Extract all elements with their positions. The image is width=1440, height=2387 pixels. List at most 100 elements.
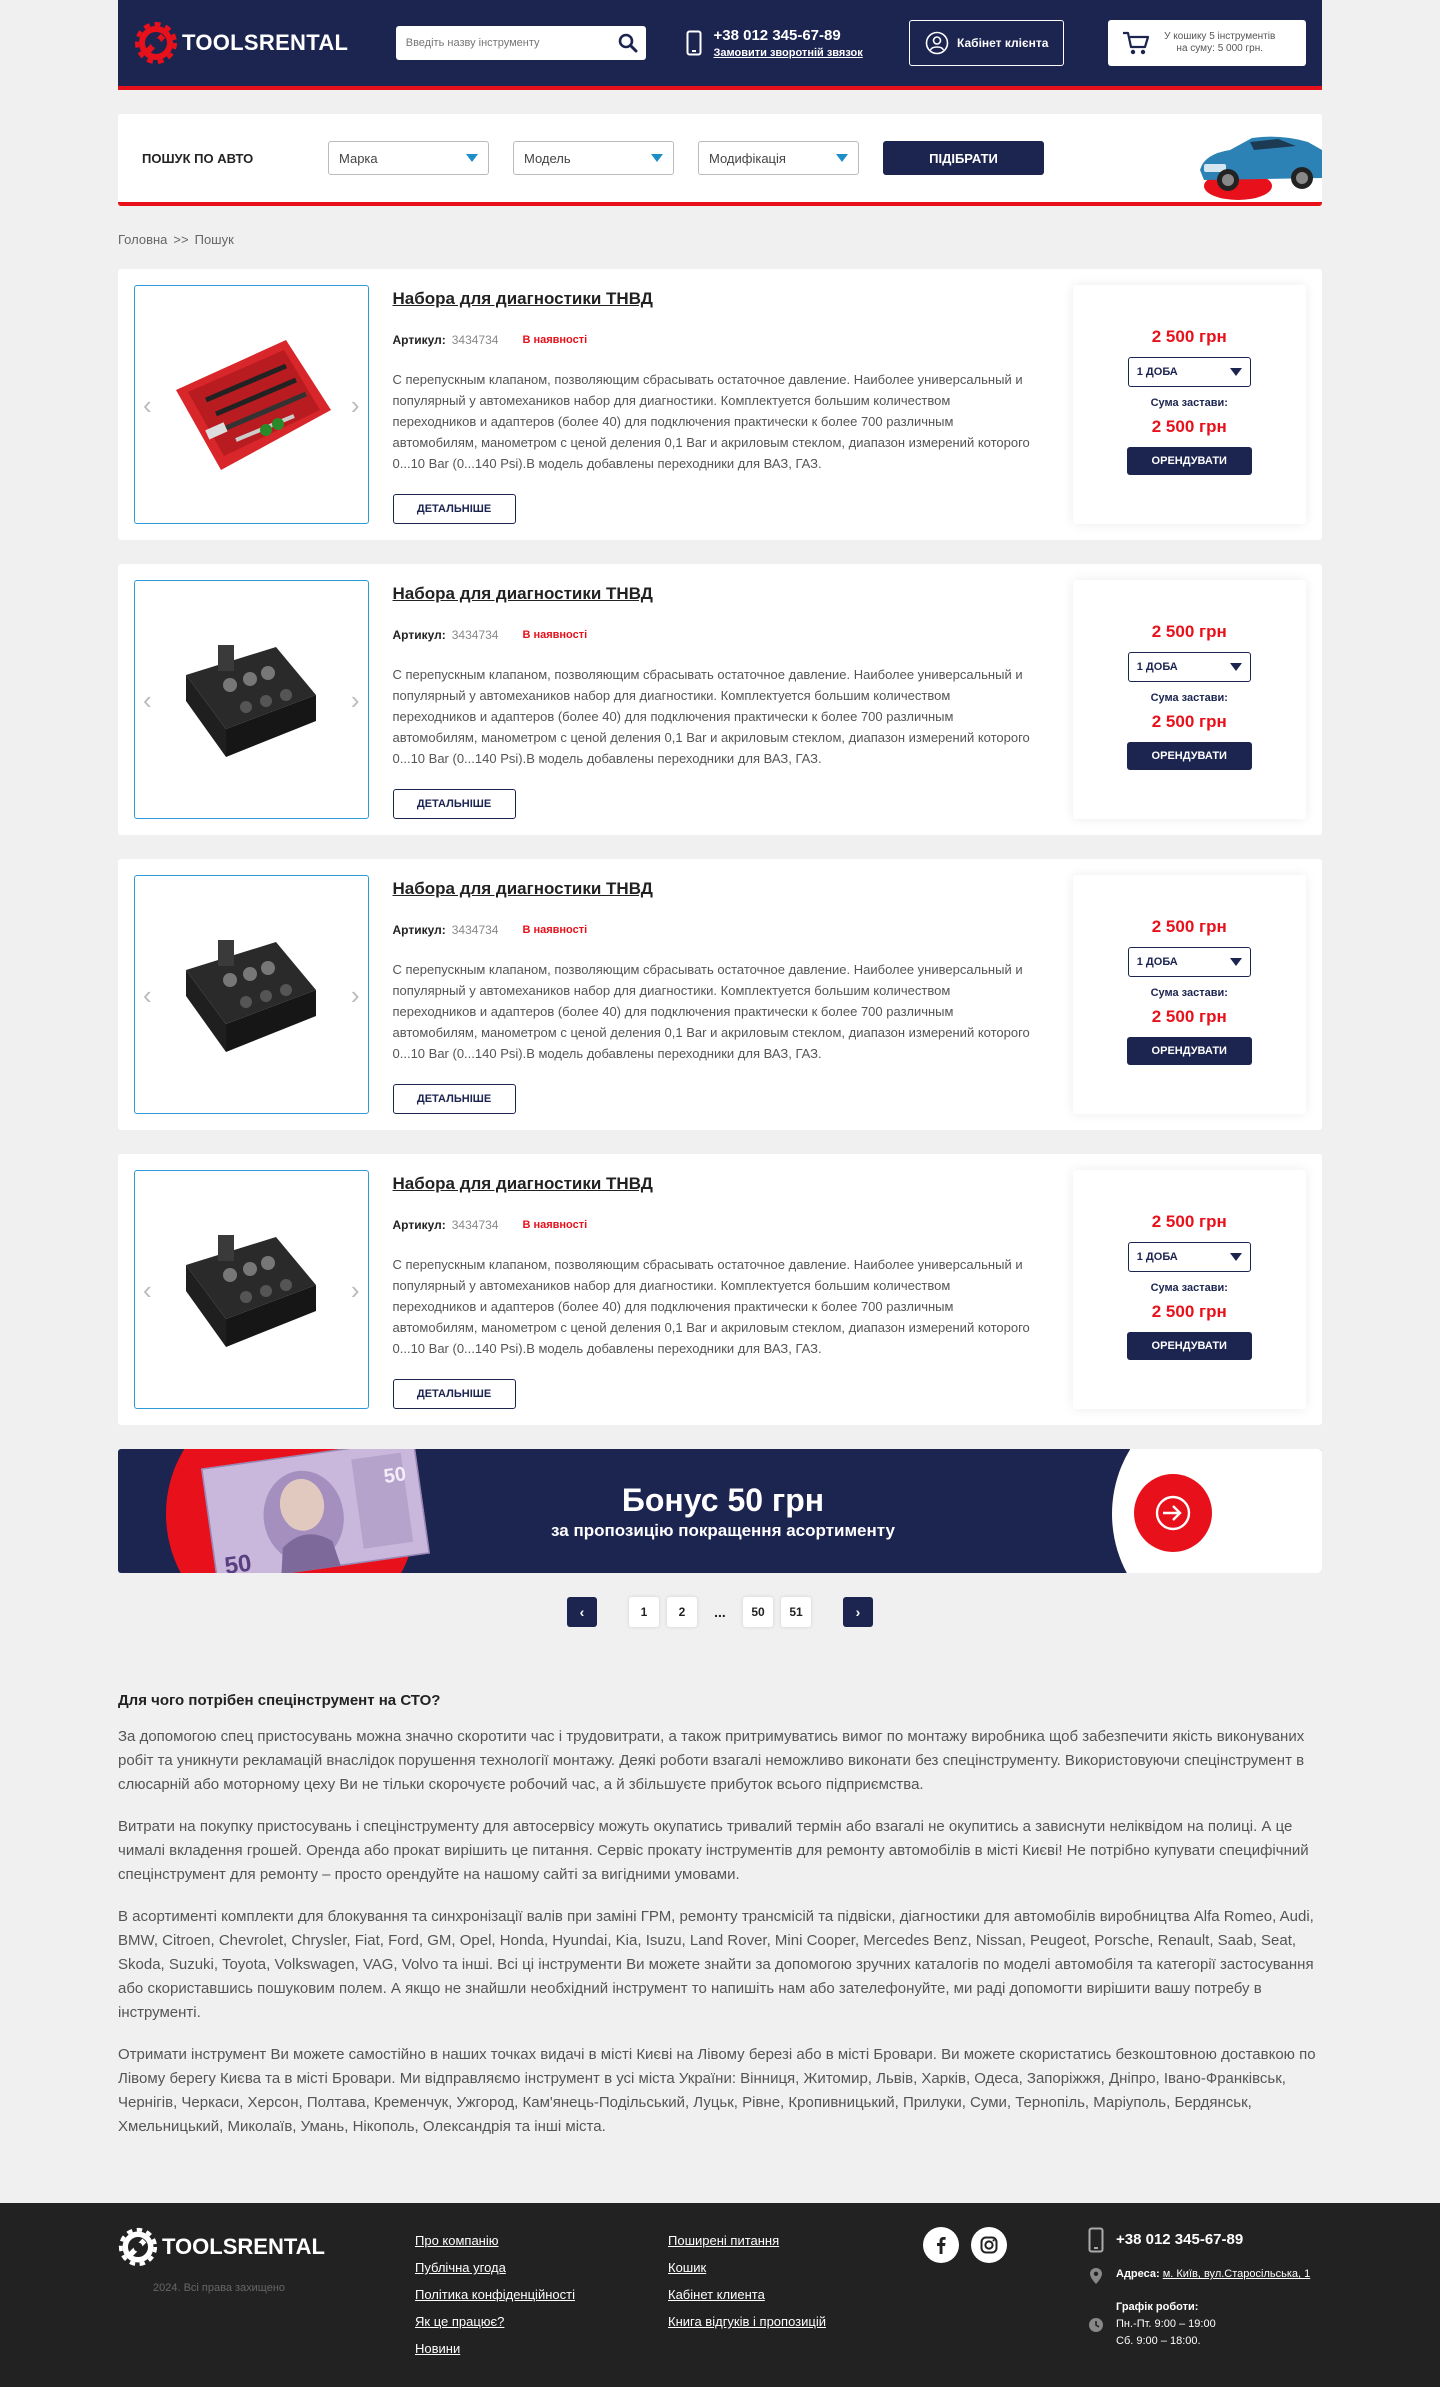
details-button[interactable]: ДЕТАЛЬНІШЕ: [392, 789, 516, 819]
chevron-left-icon[interactable]: ‹: [143, 687, 152, 713]
details-button[interactable]: ДЕТАЛЬНІШЕ: [392, 494, 516, 524]
instagram-icon[interactable]: [971, 2227, 1007, 2263]
product-title[interactable]: Набора для диагностики ТНВД: [393, 289, 1033, 309]
product-title[interactable]: Набора для диагностики ТНВД: [393, 1174, 1033, 1194]
deposit-label: Сума застави:: [1150, 1282, 1228, 1294]
footer-link-news[interactable]: Новини: [415, 2340, 575, 2357]
footer-link-faq[interactable]: Поширені питання: [668, 2232, 826, 2249]
callback-link[interactable]: Замовити зворотній звязок: [714, 47, 863, 59]
page-2-button[interactable]: 2: [667, 1597, 697, 1627]
chevron-right-icon[interactable]: ›: [351, 392, 360, 418]
car-search-panel: ПОШУК ПО АВТО Марка Модель Модифікація П…: [118, 114, 1322, 206]
chevron-right-icon[interactable]: ›: [351, 982, 360, 1008]
rent-button[interactable]: ОРЕНДУВАТИ: [1126, 1332, 1252, 1360]
product-description: С перепускным клапаном, позволяющим сбра…: [392, 1257, 1030, 1356]
rent-button[interactable]: ОРЕНДУВАТИ: [1126, 742, 1252, 770]
page-51-button[interactable]: 51: [781, 1597, 811, 1627]
details-button[interactable]: ДЕТАЛЬНІШЕ: [392, 1379, 516, 1409]
seo-paragraph: За допомогою спец пристосувань можна зна…: [118, 1728, 1305, 1793]
make-select[interactable]: Марка: [328, 141, 489, 175]
footer-phone[interactable]: +38 012 345-67-89: [1116, 2231, 1243, 2248]
sku-label: Артикул:: [392, 923, 446, 937]
footer-link-agreement[interactable]: Публічна угода: [415, 2259, 575, 2276]
footer-brand: TOOLSRENTAL: [162, 2234, 325, 2259]
footer-link-privacy[interactable]: Політика конфіденційності: [415, 2286, 575, 2303]
sku-label: Артикул:: [392, 1218, 446, 1232]
footer-logo[interactable]: TOOLSRENTAL: [118, 2227, 325, 2267]
page-1-button[interactable]: 1: [629, 1597, 659, 1627]
pick-button[interactable]: ПІДІБРАТИ: [883, 141, 1044, 175]
rent-period-select[interactable]: 1 ДОБА: [1127, 357, 1251, 387]
banner-go-button[interactable]: [1134, 1474, 1212, 1552]
schedule-weekdays: Пн.-Пт. 9:00 – 19:00: [1116, 2318, 1216, 2330]
model-select[interactable]: Модель: [513, 141, 674, 175]
client-cabinet-button[interactable]: Кабінет клієнта: [909, 20, 1065, 66]
stock-status: В наявності: [522, 334, 588, 346]
rent-period-value: 1 ДОБА: [1136, 661, 1178, 673]
deposit-amount: 2 500 грн: [1151, 1007, 1227, 1026]
user-icon: [925, 31, 949, 55]
cart-icon: [1123, 31, 1150, 55]
footer-link-cart[interactable]: Кошик: [668, 2259, 826, 2276]
deposit-amount: 2 500 грн: [1151, 1302, 1227, 1321]
search-icon[interactable]: [618, 33, 638, 53]
chevron-right-icon[interactable]: ›: [351, 687, 360, 713]
footer-link-how-it-works[interactable]: Як це працює?: [415, 2313, 575, 2330]
address-link[interactable]: м. Київ, вул.Старосільська, 1: [1163, 2268, 1311, 2280]
rent-button[interactable]: ОРЕНДУВАТИ: [1126, 447, 1252, 475]
phone-number[interactable]: +38 012 345-67-89: [714, 27, 863, 44]
chevron-left-icon[interactable]: ‹: [143, 982, 152, 1008]
rent-period-select[interactable]: 1 ДОБА: [1127, 947, 1251, 977]
footer-links-help: Поширені питання Кошик Кабінет клиента К…: [668, 2232, 826, 2330]
breadcrumb-home[interactable]: Головна: [118, 232, 167, 247]
modification-select[interactable]: Модифікація: [698, 141, 859, 175]
product-image-black-case: [186, 939, 317, 1052]
bonus-banner[interactable]: 50 50 Бонус 50 грн за пропозицію покраще…: [118, 1449, 1322, 1573]
breadcrumb: Головна >> Пошук: [118, 232, 1322, 247]
stock-status: В наявності: [522, 629, 588, 641]
seo-paragraph: Отримати інструмент Ви можете самостійно…: [118, 2046, 1316, 2135]
deposit-label: Сума застави:: [1150, 987, 1228, 999]
logo[interactable]: TOOLSRENTAL: [134, 21, 396, 65]
cart-count: У кошику 5 інструментів: [1164, 31, 1276, 42]
page-ellipsis: ...: [714, 1604, 726, 1620]
sku-value: 3434734: [451, 1218, 499, 1232]
phone-icon: [1088, 2227, 1104, 2253]
product-title[interactable]: Набора для диагностики ТНВД: [393, 584, 1033, 604]
banknote-corner-value: 50: [382, 1463, 407, 1488]
deposit-amount: 2 500 грн: [1151, 417, 1227, 436]
address-label: Адреса:: [1116, 2268, 1160, 2280]
prev-page-button[interactable]: ‹: [567, 1597, 597, 1627]
details-button[interactable]: ДЕТАЛЬНІШЕ: [392, 1084, 516, 1114]
product-card: ‹ › Набора для диагностики ТНВД Артикул:…: [118, 859, 1322, 1130]
footer-link-cabinet[interactable]: Кабінет клиента: [668, 2286, 826, 2303]
dropdown-icon: [466, 154, 478, 162]
facebook-icon[interactable]: [923, 2227, 959, 2263]
seo-paragraph: Витрати на покупку пристосувань і спецін…: [118, 1818, 1309, 1883]
rent-panel: 2 500 грн 1 ДОБА Сума застави: 2 500 грн…: [1072, 875, 1306, 1114]
footer-link-reviews[interactable]: Книга відгуків і пропозицій: [668, 2313, 826, 2330]
search-input[interactable]: [405, 37, 618, 49]
product-gallery: ‹ ›: [134, 285, 369, 524]
arrow-right-circle-icon: [1155, 1495, 1191, 1531]
footer-link-about[interactable]: Про компанію: [415, 2232, 575, 2249]
page-50-button[interactable]: 50: [743, 1597, 773, 1627]
stock-status: В наявності: [522, 924, 588, 936]
product-title[interactable]: Набора для диагностики ТНВД: [393, 879, 1033, 899]
chevron-right-icon[interactable]: ›: [351, 1277, 360, 1303]
rent-period-select[interactable]: 1 ДОБА: [1127, 1242, 1251, 1272]
cart-summary[interactable]: У кошику 5 інструментів на суму: 5 000 г…: [1108, 20, 1306, 66]
search-box: [395, 26, 646, 60]
modification-select-value: Модифікація: [709, 150, 786, 166]
chevron-left-icon[interactable]: ‹: [143, 392, 152, 418]
rent-period-select[interactable]: 1 ДОБА: [1127, 652, 1251, 682]
chevron-left-icon[interactable]: ‹: [143, 1277, 152, 1303]
seo-text: Для чого потрібен спецінструмент на СТО?…: [118, 1692, 1322, 2139]
sku-value: 3434734: [451, 628, 499, 642]
product-card: ‹ › Набора для диагностики ТНВД Артикул:…: [118, 564, 1322, 835]
banner-title: Бонус 50 грн: [621, 1481, 825, 1518]
seo-paragraph: В асортименті комплекти для блокування т…: [118, 1908, 1314, 2021]
schedule-saturday: Сб. 9:00 – 18:00.: [1116, 2335, 1201, 2347]
next-page-button[interactable]: ›: [843, 1597, 873, 1627]
rent-button[interactable]: ОРЕНДУВАТИ: [1126, 1037, 1252, 1065]
